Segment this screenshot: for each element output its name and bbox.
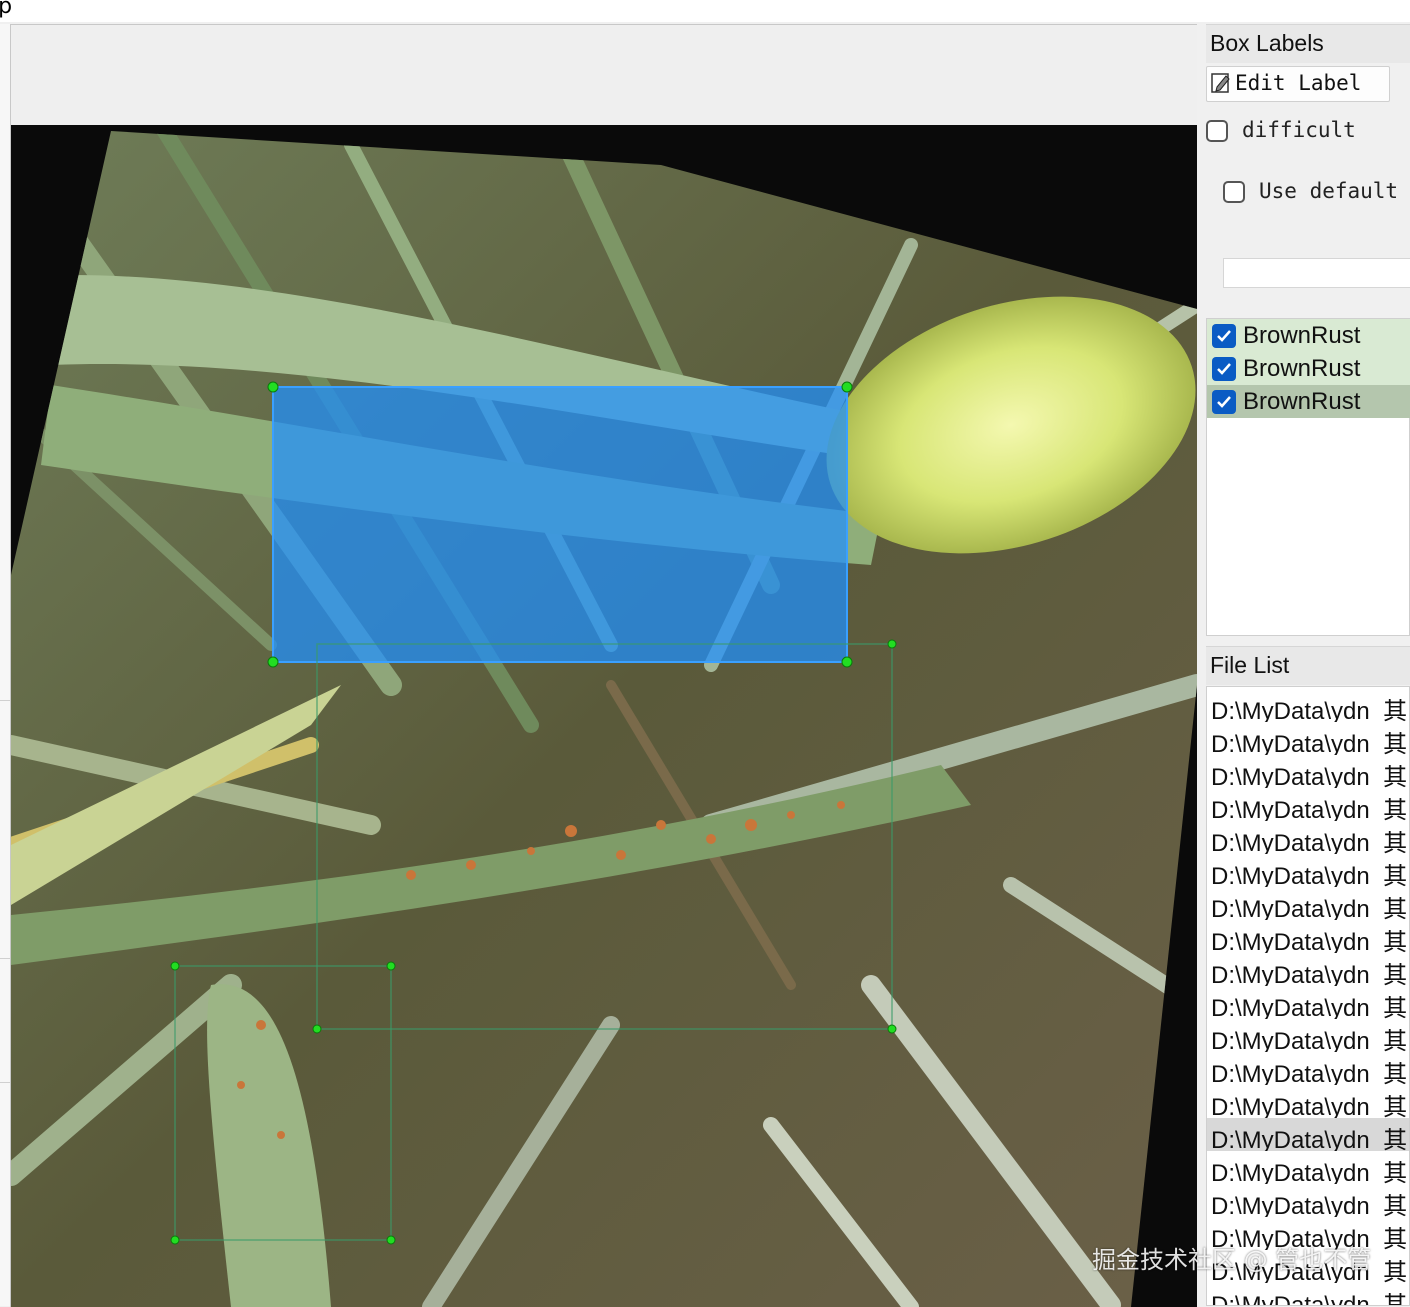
box-labels-header: Box Labels bbox=[1206, 24, 1410, 63]
label-item-text: BrownRust bbox=[1243, 388, 1361, 415]
difficult-label: difficult bbox=[1242, 118, 1356, 142]
file-item[interactable]: D:\MyData\ydn_其 bbox=[1207, 854, 1409, 887]
handle-icon bbox=[841, 656, 853, 668]
difficult-checkbox[interactable] bbox=[1206, 120, 1228, 142]
file-item[interactable]: D:\MyData\ydn_其 bbox=[1207, 920, 1409, 953]
canvas-area[interactable] bbox=[10, 24, 1197, 1307]
check-icon bbox=[1217, 330, 1231, 342]
handle-icon bbox=[386, 961, 396, 971]
file-item[interactable]: D:\MyData\ydn_其 bbox=[1207, 1283, 1409, 1305]
handle-icon bbox=[841, 381, 853, 393]
label-item[interactable]: BrownRust bbox=[1207, 352, 1410, 385]
menu-help[interactable]: lp bbox=[0, 0, 12, 19]
edit-label-button[interactable]: Edit Label bbox=[1206, 66, 1390, 102]
handle-icon bbox=[386, 1235, 396, 1245]
file-item-selected[interactable]: D:\MyData\ydn_其 bbox=[1207, 1118, 1409, 1151]
file-item[interactable]: D:\MyData\ydn_其 bbox=[1207, 755, 1409, 788]
handle-icon bbox=[267, 656, 279, 668]
label-checkbox[interactable] bbox=[1212, 357, 1236, 381]
label-item-text: BrownRust bbox=[1243, 322, 1361, 349]
use-default-label-checkbox[interactable] bbox=[1223, 181, 1245, 203]
file-item[interactable]: D:\MyData\ydn_其 bbox=[1207, 689, 1409, 722]
difficult-checkbox-row[interactable]: difficult bbox=[1206, 118, 1410, 148]
edit-icon bbox=[1211, 73, 1230, 93]
file-item[interactable]: D:\MyData\ydn_其 bbox=[1207, 1019, 1409, 1052]
photo-scene bbox=[11, 131, 1197, 1307]
file-item[interactable]: D:\MyData\ydn_其 bbox=[1207, 887, 1409, 920]
file-list[interactable]: D:\MyData\ydn_其 D:\MyData\ydn_其 D:\MyDat… bbox=[1206, 686, 1410, 1306]
file-item[interactable]: D:\MyData\ydn_其 bbox=[1207, 1052, 1409, 1085]
label-list[interactable]: BrownRust BrownRust BrownRust bbox=[1206, 318, 1410, 636]
file-item[interactable]: D:\MyData\ydn_其 bbox=[1207, 953, 1409, 986]
label-item-selected[interactable]: BrownRust bbox=[1207, 385, 1410, 418]
handle-icon bbox=[887, 1024, 897, 1034]
label-item-text: BrownRust bbox=[1243, 355, 1361, 382]
file-list-header: File List bbox=[1206, 646, 1410, 685]
right-dock: Box Labels Edit Label difficult Use defa… bbox=[1198, 24, 1410, 1306]
file-item[interactable]: D:\MyData\ydn_其 bbox=[1207, 722, 1409, 755]
file-item[interactable]: D:\MyData\ydn_其 bbox=[1207, 1151, 1409, 1184]
handle-icon bbox=[170, 961, 180, 971]
left-toolbar-strip bbox=[0, 24, 10, 1306]
watermark-text: 掘金技术社区 @ 管也不管 bbox=[1092, 1246, 1372, 1274]
handle-icon bbox=[170, 1235, 180, 1245]
check-icon bbox=[1217, 363, 1231, 375]
annotation-canvas[interactable] bbox=[11, 125, 1197, 1307]
handle-icon bbox=[267, 381, 279, 393]
file-item[interactable]: D:\MyData\ydn_其 bbox=[1207, 986, 1409, 1019]
check-icon bbox=[1217, 396, 1231, 408]
file-list-title: File List bbox=[1210, 652, 1290, 678]
canvas-top-blank bbox=[11, 25, 1197, 125]
file-item[interactable]: D:\MyData\ydn_其 bbox=[1207, 1184, 1409, 1217]
use-default-label-text: Use default l bbox=[1259, 179, 1410, 203]
edit-label-text: Edit Label bbox=[1235, 71, 1362, 95]
label-checkbox[interactable] bbox=[1212, 324, 1236, 348]
handle-icon bbox=[887, 639, 897, 649]
box-labels-title: Box Labels bbox=[1210, 30, 1324, 56]
default-label-input[interactable] bbox=[1223, 258, 1410, 288]
file-item[interactable]: D:\MyData\ydn_其 bbox=[1207, 821, 1409, 854]
use-default-label-row[interactable]: Use default l bbox=[1223, 179, 1410, 209]
label-item[interactable]: BrownRust bbox=[1207, 319, 1410, 352]
file-item[interactable]: D:\MyData\ydn_其 bbox=[1207, 1085, 1409, 1118]
menu-bar: lp bbox=[0, 0, 1410, 22]
bbox-selected[interactable] bbox=[272, 386, 848, 663]
handle-icon bbox=[312, 1024, 322, 1034]
label-checkbox[interactable] bbox=[1212, 390, 1236, 414]
file-item[interactable]: D:\MyData\ydn_其 bbox=[1207, 788, 1409, 821]
